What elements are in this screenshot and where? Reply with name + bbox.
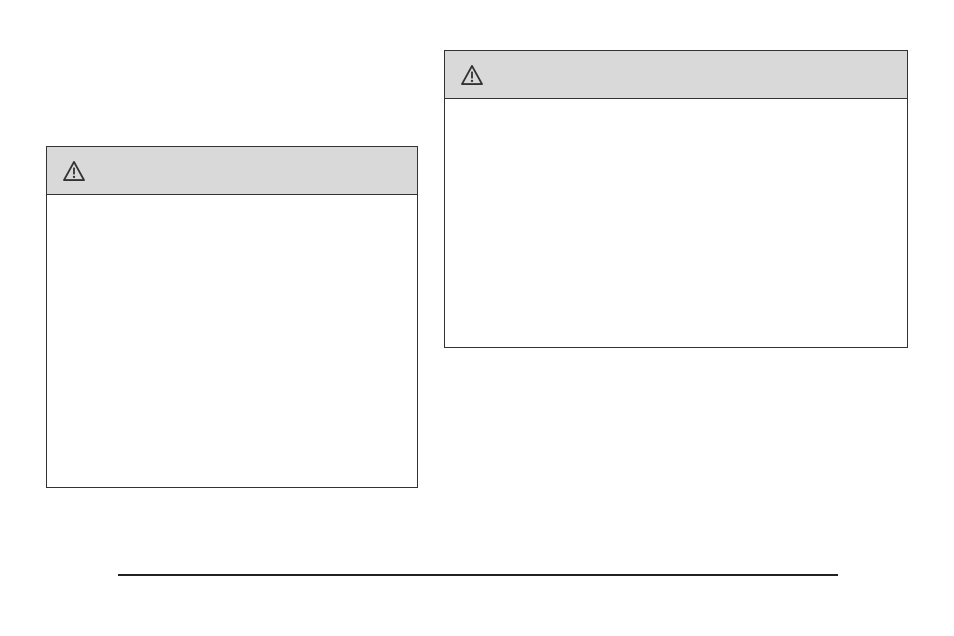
warning-panel-left-body (47, 195, 417, 219)
warning-panel-right-body (445, 99, 907, 123)
warning-icon (63, 161, 85, 181)
warning-panel-left (46, 146, 418, 488)
warning-icon (461, 65, 483, 85)
warning-panel-right (444, 50, 908, 348)
warning-panel-right-header (445, 51, 907, 99)
warning-panel-left-header (47, 147, 417, 195)
horizontal-divider (118, 574, 838, 576)
